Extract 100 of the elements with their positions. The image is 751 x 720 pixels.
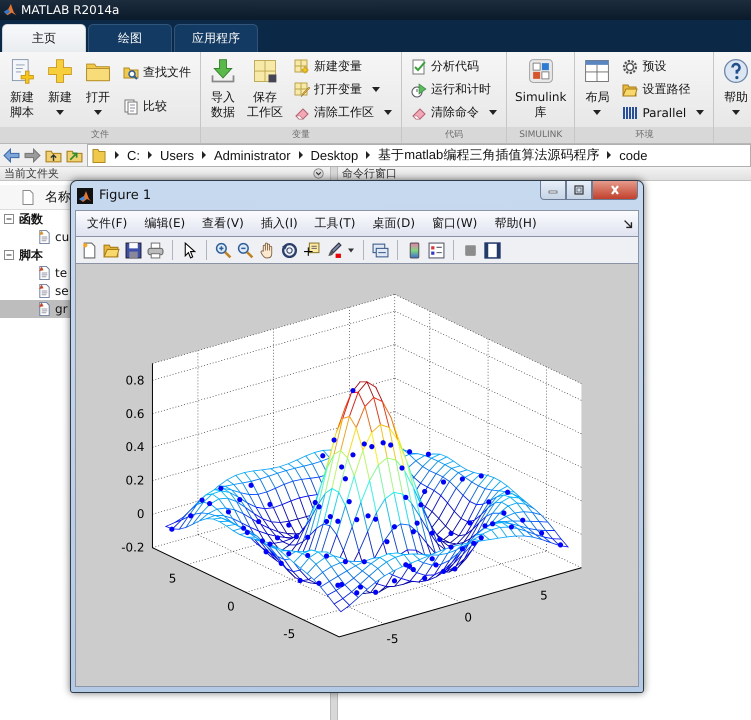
separator-icon (607, 151, 612, 159)
expander-icon[interactable] (4, 214, 14, 224)
caret-icon (372, 87, 380, 92)
minimize-button[interactable] (540, 181, 566, 200)
linked-windows-icon[interactable] (372, 242, 389, 258)
menu-item[interactable]: 帮助(H) (486, 215, 546, 232)
rotate-icon[interactable] (281, 242, 298, 258)
menu-item[interactable]: 工具(T) (306, 215, 364, 232)
toolstrip-button[interactable]: 清除命令 (407, 102, 501, 124)
download-arrow-icon (209, 57, 237, 85)
toolstrip-button[interactable]: 查找文件 (119, 61, 195, 84)
tick-label: 5 (168, 571, 176, 586)
tick-label: 0.6 (126, 406, 144, 421)
breadcrumb[interactable]: Administrator (214, 148, 291, 162)
gear-icon (622, 58, 638, 74)
toolstrip-button[interactable]: 帮助 (717, 52, 751, 127)
file-row[interactable]: cu (0, 228, 70, 246)
path-field[interactable]: C: Users Administrator Desktop 基于matlab编程三角插值算法源码程序 code (87, 144, 751, 166)
file-row[interactable]: se (0, 282, 70, 300)
toolstrip-button[interactable]: 比较 (119, 96, 195, 118)
group-label: 代码 (402, 127, 506, 143)
expander-icon[interactable] (4, 250, 14, 260)
toolstrip-button[interactable]: Simulink 库 (510, 52, 572, 127)
window-icon[interactable] (484, 242, 501, 258)
folder-open-icon[interactable] (103, 242, 120, 258)
grid-plus-icon (294, 58, 310, 74)
tick-label: 0.2 (126, 474, 144, 488)
help-icon (722, 57, 750, 85)
toolstrip-button[interactable]: 打开 (79, 52, 117, 127)
dock-arrow-icon[interactable] (622, 218, 634, 230)
data-cursor-icon[interactable] (303, 242, 320, 258)
print-icon[interactable] (147, 242, 164, 258)
panel-menu-icon[interactable] (313, 168, 324, 179)
tick-label: 0 (136, 507, 144, 522)
toolstrip-button[interactable]: 打开变量 (290, 78, 396, 100)
breadcrumb[interactable]: Desktop (310, 148, 358, 162)
group-label: SIMULINK (507, 127, 574, 143)
zoom-in-icon[interactable] (215, 242, 232, 258)
zoom-out-icon[interactable] (237, 242, 254, 258)
panel-title: 当前文件夹 (4, 168, 59, 180)
save-icon[interactable] (125, 242, 142, 258)
tree-group-label[interactable]: 函数 (19, 210, 43, 228)
caret-icon (384, 110, 392, 115)
breadcrumb[interactable]: 基于matlab编程三角插值算法源码程序 (378, 146, 600, 164)
tick-label: -5 (386, 632, 398, 646)
tick-label: 0 (227, 599, 235, 614)
toolstrip-button[interactable]: 导入 数据 (204, 52, 242, 127)
ribbon-tab[interactable]: 绘图 (88, 24, 172, 52)
close-icon (609, 185, 621, 195)
menu-item[interactable]: 插入(I) (252, 215, 307, 232)
window-title: MATLAB R2014a (21, 3, 120, 17)
separator-icon (115, 151, 119, 159)
menu-item[interactable]: 桌面(D) (364, 215, 424, 232)
toolstrip-button[interactable]: 预设 (618, 56, 708, 78)
toolstrip-button[interactable]: 新建 脚本 (3, 52, 41, 127)
tree-group-label[interactable]: 脚本 (19, 246, 43, 264)
forward-arrow-icon[interactable] (24, 146, 41, 164)
function-file-icon (37, 229, 52, 245)
toolstrip-button[interactable]: 新建 (41, 52, 79, 127)
toolstrip-button[interactable]: 清除工作区 (290, 102, 396, 124)
maximize-button[interactable] (566, 181, 592, 200)
grid-pencil-icon (294, 82, 310, 98)
toolstrip-button[interactable]: 布局 (578, 52, 616, 127)
back-arrow-icon[interactable] (3, 146, 20, 164)
toolstrip-button[interactable]: 设置路径 (618, 78, 708, 100)
breadcrumb[interactable]: C: (127, 148, 140, 162)
document-icon (20, 188, 36, 206)
menu-item[interactable]: 文件(F) (79, 215, 136, 232)
caret-icon (593, 110, 602, 115)
breadcrumb[interactable]: Users (160, 148, 194, 162)
separator-icon (298, 151, 303, 159)
group-label: 环境 (575, 127, 714, 143)
file-row[interactable]: gr (0, 300, 70, 318)
folder-icon (91, 146, 107, 164)
toolstrip-button[interactable]: 运行和计时 (407, 78, 501, 100)
toolstrip-button[interactable]: 保存 工作区 (242, 52, 288, 127)
toolstrip-button[interactable]: 分析代码 (407, 56, 501, 78)
tick-label: -5 (283, 627, 296, 642)
new-document-icon[interactable] (81, 242, 98, 258)
menu-item[interactable]: 查看(V) (194, 215, 253, 232)
breadcrumb[interactable]: code (619, 148, 648, 162)
toolstrip-button[interactable]: 新建变量 (290, 56, 396, 78)
toolstrip-button[interactable]: Parallel (618, 102, 708, 124)
checklist-icon (411, 58, 427, 74)
tick-label: 0 (464, 610, 472, 624)
script-file-icon (37, 265, 52, 281)
app-logo-icon (3, 3, 17, 17)
ribbon-tab[interactable]: 应用程序 (174, 24, 258, 52)
legend-icon[interactable] (428, 242, 445, 258)
file-row[interactable]: te (0, 264, 70, 282)
close-button[interactable] (592, 181, 638, 200)
column-title[interactable]: 名称 (45, 188, 71, 206)
menu-item[interactable]: 窗口(W) (424, 215, 486, 232)
caret-icon (56, 110, 64, 115)
brush-icon[interactable] (325, 242, 342, 258)
panel-title: 命令行窗口 (342, 168, 397, 180)
caret-icon (732, 110, 740, 115)
ribbon-tab[interactable]: 主页 (2, 24, 86, 52)
menu-item[interactable]: 编辑(E) (136, 215, 194, 232)
bars-icon (622, 104, 638, 120)
